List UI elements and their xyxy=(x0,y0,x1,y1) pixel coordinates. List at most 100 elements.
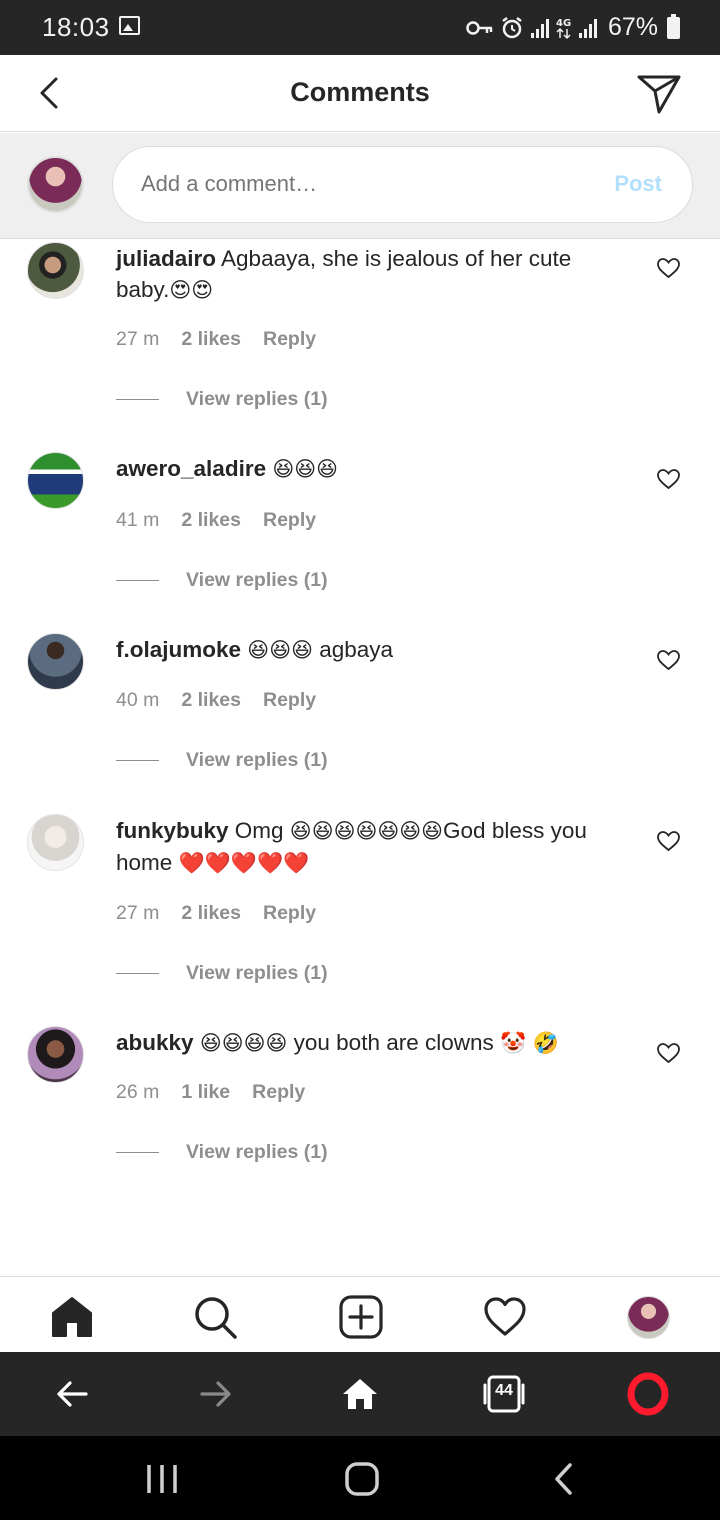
profile-avatar[interactable] xyxy=(627,1296,670,1339)
back-arrow-icon[interactable] xyxy=(50,1372,94,1416)
reply-button[interactable]: Reply xyxy=(263,902,316,925)
comment-composer: Post xyxy=(0,133,720,239)
divider xyxy=(116,760,159,761)
view-replies-label: View replies (1) xyxy=(186,388,328,410)
search-icon[interactable] xyxy=(193,1295,237,1339)
browser-toolbar: 44 xyxy=(0,1352,720,1436)
view-replies-button[interactable]: View replies (1) xyxy=(116,962,328,985)
comment-body: f.olajumoke 😆😆😆 agbaya xyxy=(116,634,626,666)
comment-input[interactable] xyxy=(141,171,571,197)
heart-icon[interactable] xyxy=(656,830,681,852)
signal-icon xyxy=(530,18,549,38)
likes-count[interactable]: 2 likes xyxy=(181,509,241,532)
svg-text:4G: 4G xyxy=(556,18,571,29)
comment-username[interactable]: awero_aladire xyxy=(116,456,266,481)
comment-meta: 40 m 2 likes Reply xyxy=(116,689,316,712)
divider xyxy=(116,973,159,974)
view-replies-button[interactable]: View replies (1) xyxy=(116,388,328,411)
system-navigation-bar xyxy=(0,1436,720,1520)
comment-username[interactable]: juliadairo xyxy=(116,246,216,271)
comment-time: 26 m xyxy=(116,1081,160,1103)
image-icon xyxy=(119,16,140,35)
battery-icon xyxy=(667,13,680,39)
comment-username[interactable]: funkybuky xyxy=(116,818,229,843)
bottom-tab-bar xyxy=(0,1276,720,1352)
comment-emoji: 😆😆😆😆😆😆😆 xyxy=(289,819,444,843)
comment-body: funkybuky Omg 😆😆😆😆😆😆😆God bless you home … xyxy=(116,815,626,879)
comment-time: 41 m xyxy=(116,509,160,531)
avatar[interactable] xyxy=(27,1026,84,1083)
recent-apps-icon[interactable] xyxy=(142,1462,182,1496)
view-replies-button[interactable]: View replies (1) xyxy=(116,569,328,592)
comment-username[interactable]: abukky xyxy=(116,1030,194,1055)
alarm-icon xyxy=(502,16,522,38)
battery-percent: 67% xyxy=(607,13,658,41)
status-bar: 18:03 4G 67% xyxy=(0,0,720,55)
comment-body: abukky 😆😆😆😆 you both are clowns 🤡 🤣 xyxy=(116,1027,626,1059)
divider xyxy=(116,1152,159,1153)
divider xyxy=(116,580,159,581)
comment-meta: 27 m 2 likes Reply xyxy=(116,328,316,351)
view-replies-button[interactable]: View replies (1) xyxy=(116,1141,328,1164)
network-4g-icon: 4G xyxy=(556,18,571,39)
post-button[interactable]: Post xyxy=(614,171,662,197)
comment-username[interactable]: f.olajumoke xyxy=(116,637,241,662)
heart-icon[interactable] xyxy=(656,1042,681,1064)
comment-text-after: you both are clowns xyxy=(287,1030,501,1055)
home-icon[interactable] xyxy=(50,1295,94,1339)
avatar xyxy=(27,156,84,213)
view-replies-label: View replies (1) xyxy=(186,569,328,591)
comment-emoji-after: ❤️❤️❤️❤️❤️ xyxy=(178,851,310,875)
page-title: Comments xyxy=(290,77,430,107)
view-replies-label: View replies (1) xyxy=(186,1141,328,1163)
likes-count[interactable]: 2 likes xyxy=(181,328,241,351)
back-icon[interactable] xyxy=(544,1462,584,1496)
comment-text-after: agbaya xyxy=(312,637,394,662)
comment-time: 40 m xyxy=(116,689,160,711)
status-time: 18:03 xyxy=(42,12,110,42)
comment-time: 27 m xyxy=(116,328,160,350)
view-replies-button[interactable]: View replies (1) xyxy=(116,749,328,772)
comment-emoji: 😆😆😆😆 xyxy=(199,1031,288,1055)
comment-emoji: 😍😍 xyxy=(169,278,214,302)
heart-icon[interactable] xyxy=(656,257,681,279)
reply-button[interactable]: Reply xyxy=(252,1081,305,1104)
tabs-icon[interactable]: 44 xyxy=(483,1373,525,1415)
tab-count: 44 xyxy=(495,1382,513,1399)
avatar[interactable] xyxy=(27,452,84,509)
key-icon xyxy=(466,20,493,35)
avatar[interactable] xyxy=(27,242,84,299)
header: Comments xyxy=(0,55,720,132)
comment-emoji: 😆😆😆 xyxy=(247,638,313,662)
comment-body: juliadairo Agbaaya, she is jealous of he… xyxy=(116,243,626,306)
avatar[interactable] xyxy=(27,814,84,871)
reply-button[interactable]: Reply xyxy=(263,509,316,532)
reply-button[interactable]: Reply xyxy=(263,328,316,351)
heart-icon[interactable] xyxy=(656,649,681,671)
add-post-icon[interactable] xyxy=(339,1295,383,1339)
home-icon[interactable] xyxy=(338,1372,382,1416)
comment-time: 27 m xyxy=(116,902,160,924)
likes-count[interactable]: 2 likes xyxy=(181,689,241,712)
comment-meta: 27 m 2 likes Reply xyxy=(116,902,316,925)
status-icons: 4G 67% xyxy=(466,0,680,55)
reply-button[interactable]: Reply xyxy=(263,689,316,712)
comment-meta: 41 m 2 likes Reply xyxy=(116,509,316,532)
likes-count[interactable]: 2 likes xyxy=(181,902,241,925)
comment-meta: 26 m 1 like Reply xyxy=(116,1081,305,1104)
forward-arrow-icon[interactable] xyxy=(194,1372,238,1416)
signal-icon xyxy=(578,18,597,38)
likes-count[interactable]: 1 like xyxy=(181,1081,230,1104)
comment-input-box[interactable]: Post xyxy=(112,146,693,223)
heart-icon[interactable] xyxy=(483,1295,527,1339)
comment-body: awero_aladire 😆😆😆 xyxy=(116,453,626,485)
heart-icon[interactable] xyxy=(656,468,681,490)
comment-emoji: 😆😆😆 xyxy=(272,457,339,481)
paper-plane-icon[interactable] xyxy=(636,72,682,116)
view-replies-label: View replies (1) xyxy=(186,962,328,984)
avatar[interactable] xyxy=(27,633,84,690)
opera-logo-icon[interactable] xyxy=(626,1372,670,1416)
view-replies-label: View replies (1) xyxy=(186,749,328,771)
home-button-icon[interactable] xyxy=(342,1462,382,1496)
comment-emoji-after: 🤡 🤣 xyxy=(500,1031,559,1055)
